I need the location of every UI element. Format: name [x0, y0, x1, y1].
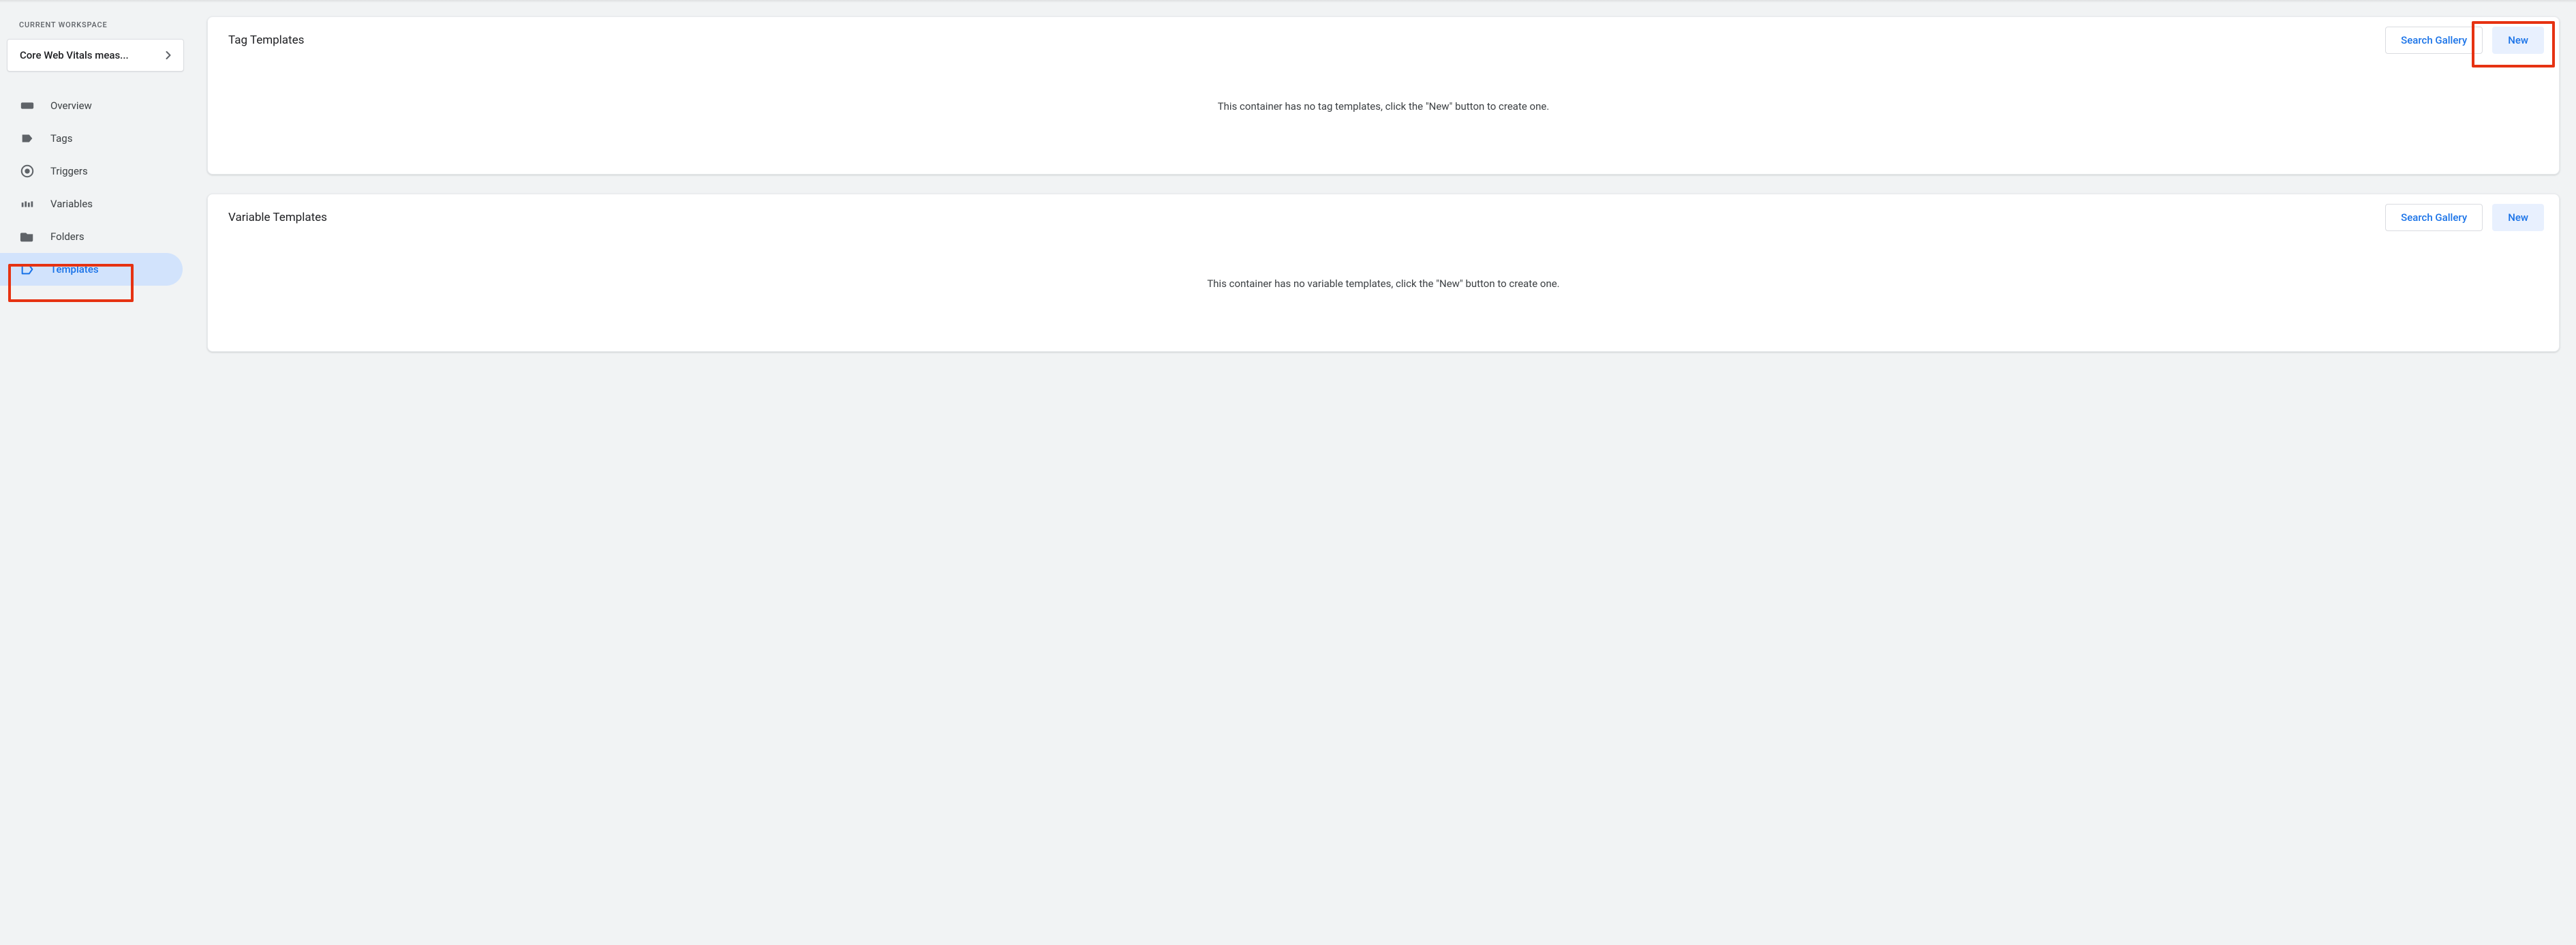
- workspace-section-label: CURRENT WORKSPACE: [0, 14, 191, 36]
- sidebar-item-tags[interactable]: Tags: [0, 122, 183, 155]
- card-header: Tag Templates Search Gallery New: [208, 17, 2559, 59]
- sidebar-item-label: Tags: [50, 132, 72, 145]
- folder-icon: [19, 228, 35, 245]
- sidebar-item-variables[interactable]: Variables: [0, 188, 183, 220]
- new-button[interactable]: New: [2492, 27, 2544, 54]
- tag-icon: [19, 130, 35, 147]
- sidebar-item-label: Overview: [50, 100, 92, 112]
- card-header: Variable Templates Search Gallery New: [208, 194, 2559, 237]
- trigger-icon: [19, 163, 35, 179]
- tag-templates-card: Tag Templates Search Gallery New This co…: [207, 16, 2560, 175]
- card-title: Variable Templates: [228, 211, 327, 224]
- empty-state-text: This container has no tag templates, cli…: [208, 59, 2559, 174]
- workspace-name: Core Web Vitals meas...: [20, 49, 129, 61]
- template-icon: [19, 261, 35, 278]
- variable-templates-card: Variable Templates Search Gallery New Th…: [207, 194, 2560, 352]
- card-title: Tag Templates: [228, 33, 304, 47]
- sidebar-nav: Overview Tags Triggers Var: [0, 89, 191, 286]
- sidebar: CURRENT WORKSPACE Core Web Vitals meas..…: [0, 0, 191, 392]
- sidebar-item-label: Variables: [50, 198, 93, 210]
- sidebar-item-label: Triggers: [50, 165, 88, 177]
- sidebar-item-overview[interactable]: Overview: [0, 89, 183, 122]
- search-gallery-button[interactable]: Search Gallery: [2385, 27, 2483, 54]
- sidebar-item-folders[interactable]: Folders: [0, 220, 183, 253]
- workspace-selector[interactable]: Core Web Vitals meas...: [7, 39, 184, 72]
- sidebar-item-label: Folders: [50, 230, 85, 243]
- sidebar-item-triggers[interactable]: Triggers: [0, 155, 183, 188]
- card-actions: Search Gallery New: [2385, 27, 2544, 54]
- variable-icon: [19, 196, 35, 212]
- overview-icon: [19, 97, 35, 114]
- main-content: Tag Templates Search Gallery New This co…: [191, 0, 2576, 392]
- empty-state-text: This container has no variable templates…: [208, 237, 2559, 351]
- search-gallery-button[interactable]: Search Gallery: [2385, 204, 2483, 231]
- card-actions: Search Gallery New: [2385, 204, 2544, 231]
- new-button[interactable]: New: [2492, 204, 2544, 231]
- sidebar-item-templates[interactable]: Templates: [0, 253, 183, 286]
- chevron-right-icon: [162, 48, 175, 62]
- sidebar-item-label: Templates: [50, 263, 99, 275]
